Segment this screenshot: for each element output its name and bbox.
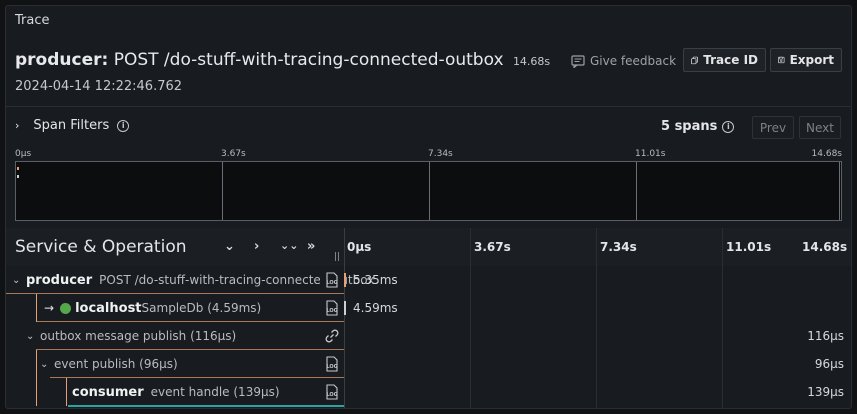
span-row[interactable]: ⌄ outbox message publish (116μs) 116μs: [6, 322, 851, 350]
span-service: producer: [26, 272, 93, 288]
save-icon: [778, 56, 785, 64]
span-filters-label: Span Filters: [33, 118, 110, 133]
timeline-tick: 7.34s: [600, 240, 637, 254]
log-icon[interactable]: LOG: [324, 384, 340, 400]
export-label: Export: [789, 53, 834, 67]
info-icon: i: [722, 120, 735, 133]
span-duration: 116μs: [807, 329, 844, 343]
trace-id-label: Trace ID: [703, 53, 758, 67]
arrow-right-icon: →: [44, 301, 55, 315]
span-duration: 4.59ms: [353, 301, 398, 315]
chevron-down-icon[interactable]: ⌄: [224, 239, 235, 254]
trace-id-button[interactable]: Trace ID: [683, 48, 766, 72]
minimap-gridline: [429, 162, 430, 220]
chevron-right-icon: ›: [15, 119, 20, 132]
double-chevron-down-icon[interactable]: ⌄⌄: [280, 239, 298, 252]
svg-text:LOG: LOG: [326, 280, 337, 286]
trace-minimap[interactable]: [15, 161, 842, 221]
status-dot: [60, 302, 72, 314]
timeline-tick: 3.67s: [474, 240, 511, 254]
span-service: localhost: [75, 300, 142, 316]
timeline-header-title: Service & Operation: [15, 237, 187, 257]
span-bar: [344, 273, 346, 287]
span-operation: SampleDb (4.59ms): [141, 301, 262, 315]
span-operation: outbox message publish (116μs): [40, 329, 237, 343]
comment-icon: [571, 54, 585, 68]
span-duration: 139μs: [807, 385, 844, 399]
span-service: consumer: [72, 384, 144, 400]
svg-text:LOG: LOG: [326, 392, 337, 398]
minimap-tick: 14.68s: [811, 149, 842, 159]
timeline-tick: 11.01s: [726, 240, 772, 254]
span-count: 5 spans i: [661, 119, 735, 134]
timeline-tick: 0μs: [347, 240, 372, 254]
chevron-down-icon[interactable]: ⌄: [12, 275, 20, 286]
log-icon[interactable]: LOG: [324, 300, 340, 316]
consumer-span-underline: [68, 405, 344, 407]
minimap-tick: 7.34s: [428, 149, 453, 159]
link-icon[interactable]: [324, 328, 340, 344]
trace-duration: 14.68s: [512, 55, 551, 68]
chevron-down-icon[interactable]: ⌄: [26, 331, 34, 342]
timeline-tick: 14.68s: [802, 240, 848, 254]
trace-operation: POST /do-stuff-with-tracing-connected-ou…: [113, 50, 504, 70]
minimap-span-mark: [17, 167, 19, 170]
trace-start-time: 2024-04-14 12:22:46.762: [15, 79, 183, 94]
minimap-gridline: [636, 162, 637, 220]
span-row[interactable]: consumer event handle (139μs) LOG 139μs: [6, 378, 851, 406]
span-filters-toggle[interactable]: › Span Filters i: [15, 118, 130, 133]
trace-panel: Trace producer: POST /do-stuff-with-trac…: [5, 5, 852, 409]
log-icon[interactable]: LOG: [324, 272, 340, 288]
minimap-tick: 0μs: [15, 149, 32, 159]
info-icon: i: [117, 119, 130, 132]
minimap-tick: 11.01s: [635, 149, 666, 159]
span-operation: event handle (139μs): [150, 385, 280, 399]
trace-title: producer: POST /do-stuff-with-tracing-co…: [15, 50, 551, 70]
export-button[interactable]: Export: [770, 48, 842, 72]
trace-service: producer: [15, 50, 102, 70]
log-icon[interactable]: LOG: [324, 356, 340, 372]
double-chevron-right-icon[interactable]: »: [307, 239, 315, 254]
svg-text:LOG: LOG: [326, 364, 337, 370]
chevron-right-icon[interactable]: ›: [254, 239, 259, 254]
copy-icon: [691, 56, 699, 64]
minimap-gridline: [222, 162, 223, 220]
minimap-gridline: [839, 162, 840, 220]
span-row[interactable]: ⌄ event publish (96μs) LOG 96μs: [6, 350, 851, 378]
panel-title: Trace: [15, 13, 50, 28]
span-count-label: 5 spans: [661, 119, 718, 134]
svg-text:LOG: LOG: [326, 308, 337, 314]
span-row[interactable]: ⌄ producer POST /do-stuff-with-tracing-c…: [6, 266, 851, 294]
give-feedback-label: Give feedback: [590, 54, 677, 68]
span-duration: 96μs: [814, 357, 844, 371]
minimap-span-mark: [17, 175, 19, 178]
span-bar: [344, 301, 346, 315]
prev-button[interactable]: Prev: [752, 116, 794, 139]
next-button[interactable]: Next: [799, 116, 841, 139]
minimap-tick: 3.67s: [221, 149, 246, 159]
divider: [6, 106, 851, 107]
span-operation: event publish (96μs): [54, 357, 178, 371]
give-feedback-link[interactable]: Give feedback: [571, 54, 676, 68]
chevron-down-icon[interactable]: ⌄: [40, 359, 48, 370]
resize-handle-icon[interactable]: ||: [334, 252, 340, 262]
span-duration: 5.35ms: [353, 273, 398, 287]
span-row[interactable]: → localhost SampleDb (4.59ms) LOG 4.59ms: [6, 294, 851, 322]
